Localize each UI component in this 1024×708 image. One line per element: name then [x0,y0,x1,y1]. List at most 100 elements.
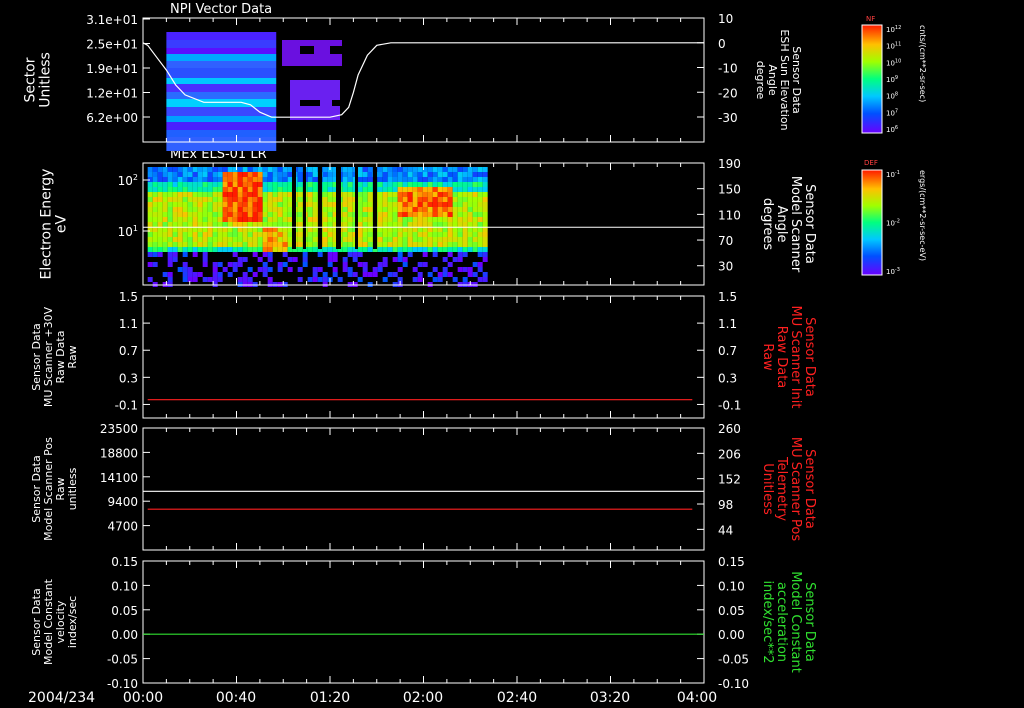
heatmap-cell [462,247,468,252]
heatmap-cell [232,242,238,247]
heatmap-cell [397,207,403,212]
heatmap-cell [392,232,398,237]
heatmap-cell [387,182,393,187]
heatmap-cell [152,207,158,212]
heatmap-cell [297,277,303,282]
y-tick-label: 1.1 [119,317,138,331]
heatmap-cell [312,222,318,227]
heatmap-cell [227,232,233,237]
heatmap-cell [377,187,383,192]
heatmap-cell [202,197,208,202]
heatmap-cell [157,242,163,247]
heatmap-cell [327,247,333,252]
colorbar-tick-exp: 12 [895,25,901,31]
y2-tick-label: 190 [718,157,741,171]
heatmap-cell [167,257,173,262]
heatmap-cell [237,217,243,222]
heatmap-cell [157,232,163,237]
heatmap-cell [337,277,343,282]
heatmap-cell [427,232,433,237]
heatmap-cell [447,167,453,172]
heatmap-cell [437,207,443,212]
heatmap-cell [437,272,443,277]
heatmap-cell [392,217,398,222]
heatmap-cell [397,232,403,237]
heatmap-cell [447,192,453,197]
heatmap-cell [382,207,388,212]
heatmap-cell [162,207,168,212]
y-tick-label: 18800 [100,446,138,460]
heatmap-cell [432,172,438,177]
heatmap-cell [407,227,413,232]
heatmap-cell [432,242,438,247]
heatmap-cell [362,267,368,272]
heatmap-cell [327,257,333,262]
heatmap-cell [477,167,483,172]
heatmap-cell [442,222,448,227]
heatmap-cell [287,242,293,247]
heatmap-cell [217,207,223,212]
heatmap-cell [172,212,178,217]
heatmap-cell [477,227,483,232]
heatmap-cell [347,202,353,207]
heatmap-cell [397,212,403,217]
heatmap-cell [152,197,158,202]
heatmap-cell [257,187,263,192]
heatmap-cell [347,237,353,242]
y2-axis-label: degree [754,61,767,100]
heatmap-cell [462,192,468,197]
heatmap-cell [392,227,398,232]
colorbar-nf-unit: cnts/(cm**2-sr-sec) [918,25,927,102]
heatmap-cell [332,272,338,277]
heatmap-cell [432,252,438,257]
heatmap-cell [377,237,383,242]
heatmap-cell [227,262,233,267]
heatmap-cell [422,197,428,202]
heatmap-cell [472,237,478,242]
heatmap-cell [322,222,328,227]
heatmap-cell [227,207,233,212]
heatmap-cell [387,272,393,277]
heatmap-cell [472,167,478,172]
heatmap-cell [152,202,158,207]
heatmap-cell [442,167,448,172]
heatmap-cell [377,192,383,197]
heatmap-cell [422,177,428,182]
heatmap-cell [322,237,328,242]
heatmap-cell [197,227,203,232]
heatmap-cell [207,177,213,182]
heatmap-cell [182,192,188,197]
heatmap-cell [407,242,413,247]
heatmap-cell [187,242,193,247]
heatmap-cell [262,167,268,172]
heatmap-cell [307,247,313,252]
heatmap-cell [192,222,198,227]
heatmap-cell [467,267,473,272]
heatmap-cell [166,99,277,107]
heatmap-cell [217,272,223,277]
heatmap-cell [227,167,233,172]
heatmap-cell [166,130,277,137]
heatmap-cell [237,237,243,242]
date-label: 2004/234 [28,690,95,706]
colorbar-tick-label: 1011 [886,42,901,51]
heatmap-cell [362,167,368,172]
heatmap-cell [422,247,428,252]
heatmap-cell [247,237,253,242]
heatmap-cell [282,242,288,247]
heatmap-cell [397,247,403,252]
y2-axis-label: Unitless [760,463,775,515]
heatmap-cell [182,267,188,272]
heatmap-cell [387,192,393,197]
heatmap-cell [252,227,258,232]
heatmap-cell [237,192,243,197]
heatmap-cell [382,227,388,232]
heatmap-cell [472,172,478,177]
heatmap-cell [227,212,233,217]
heatmap-cell [267,177,273,182]
heatmap-cell [187,222,193,227]
heatmap-cell [247,217,253,222]
heatmap-cell [357,227,363,232]
heatmap-cell [207,207,213,212]
heatmap-cell [452,202,458,207]
